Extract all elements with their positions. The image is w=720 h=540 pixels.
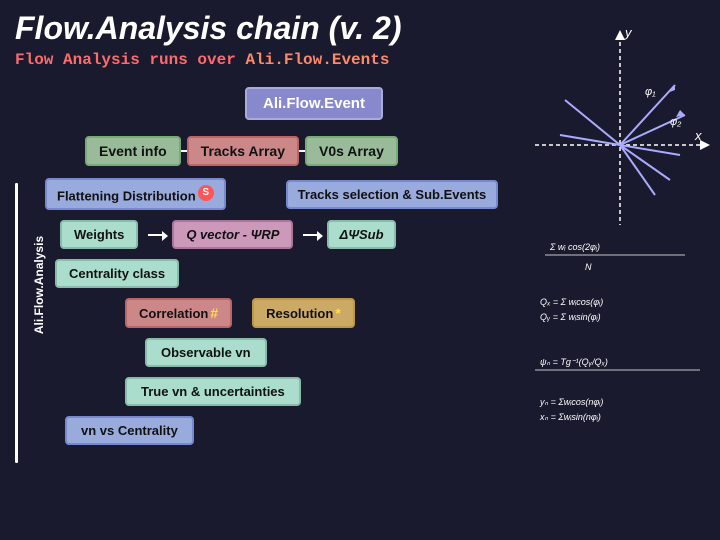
corr-hash: #: [210, 305, 218, 321]
subtitle: Flow Analysis runs over Ali.Flow.Events: [15, 51, 510, 69]
arrow1-head: [162, 231, 168, 241]
flatten-row: Flattening DistributionS Tracks selectio…: [45, 178, 510, 210]
svg-text:Qₓ = Σ wᵢcos(φᵢ): Qₓ = Σ wᵢcos(φᵢ): [540, 297, 603, 307]
vn-centrality-box: vn vs Centrality: [65, 416, 194, 445]
tracks-array-box: Tracks Array: [187, 136, 299, 166]
svg-text:yₙ = Σwᵢcos(nφᵢ): yₙ = Σwᵢcos(nφᵢ): [539, 397, 603, 407]
tracks-selection-box: Tracks selection & Sub.Events: [286, 180, 499, 209]
vn-centrality-row: vn vs Centrality: [45, 416, 510, 445]
subtitle-prefix: Flow Analysis runs over: [15, 51, 245, 69]
body-area: Ali.Flow.Analysis Flattening Distributio…: [15, 178, 510, 445]
v0s-array-box: V0s Array: [305, 136, 398, 166]
resolution-box: Resolution*: [252, 298, 355, 328]
svg-text:y: y: [624, 25, 633, 40]
arrow2: [303, 234, 317, 236]
svg-text:φ₁: φ₁: [645, 86, 656, 98]
observable-row: Observable vn: [145, 338, 510, 367]
flattening-box: Flattening DistributionS: [45, 178, 226, 210]
true-vn-row: True vn & uncertainties: [125, 377, 510, 406]
left-panel: Flow.Analysis chain (v. 2) Flow Analysis…: [0, 0, 520, 540]
side-label: Ali.Flow.Analysis: [32, 236, 46, 334]
y-axis-arrow: [615, 30, 625, 40]
svg-text:Qᵧ = Σ wᵢsin(φᵢ): Qᵧ = Σ wᵢsin(φᵢ): [540, 312, 601, 322]
svg-text:N: N: [585, 262, 592, 272]
arrow1: [148, 234, 162, 236]
subtitle-highlight: Ali.Flow.Events: [245, 51, 389, 69]
centrality-row: Centrality class: [45, 259, 510, 288]
aliflow-event-box: Ali.Flow.Event: [245, 87, 383, 120]
svg-text:φ₂: φ₂: [670, 116, 682, 128]
correlation-box: Correlation#: [125, 298, 232, 328]
svg-text:Σ wᵢ cos(2φᵢ): Σ wᵢ cos(2φᵢ): [549, 242, 600, 252]
true-vn-box: True vn & uncertainties: [125, 377, 301, 406]
side-bracket: [15, 183, 18, 463]
page-title: Flow.Analysis chain (v. 2): [15, 10, 510, 47]
right-panel: y x φ₁ φ₂ Σ wᵢ cos(2φᵢ) N Qₓ = Σ wᵢcos(φ…: [520, 0, 720, 540]
res-star: *: [335, 305, 340, 321]
arrow2-head: [317, 231, 323, 241]
svg-text:x: x: [694, 128, 702, 143]
flatten-badge: S: [198, 185, 214, 201]
event-info-box: Event info: [85, 136, 181, 166]
observable-box: Observable vn: [145, 338, 267, 367]
svg-text:ψₙ = Tg⁻¹(Qᵧ/Qₓ): ψₙ = Tg⁻¹(Qᵧ/Qₓ): [540, 357, 608, 367]
weights-box: Weights: [60, 220, 138, 249]
svg-text:xₙ = Σwᵢsin(nφᵢ): xₙ = Σwᵢsin(nφᵢ): [539, 412, 601, 422]
aliflow-event-container: Ali.Flow.Event: [125, 87, 383, 130]
x-axis-arrow: [700, 140, 710, 150]
corr-row: Correlation# Resolution*: [125, 298, 510, 328]
event-row: Event info Tracks Array V0s Array: [85, 136, 510, 166]
delta-psi-box: ΔΨSub: [327, 220, 395, 249]
main-container: Flow.Analysis chain (v. 2) Flow Analysis…: [0, 0, 720, 540]
qvector-box: Q vector - ΨRP: [172, 220, 293, 249]
centrality-box: Centrality class: [55, 259, 179, 288]
weights-row: Weights Q vector - ΨRP ΔΨSub: [60, 220, 510, 249]
sep1: [181, 150, 187, 152]
inner-area: Flattening DistributionS Tracks selectio…: [45, 178, 510, 445]
right-diagram: y x φ₁ φ₂ Σ wᵢ cos(2φᵢ) N Qₓ = Σ wᵢcos(φ…: [525, 25, 715, 515]
